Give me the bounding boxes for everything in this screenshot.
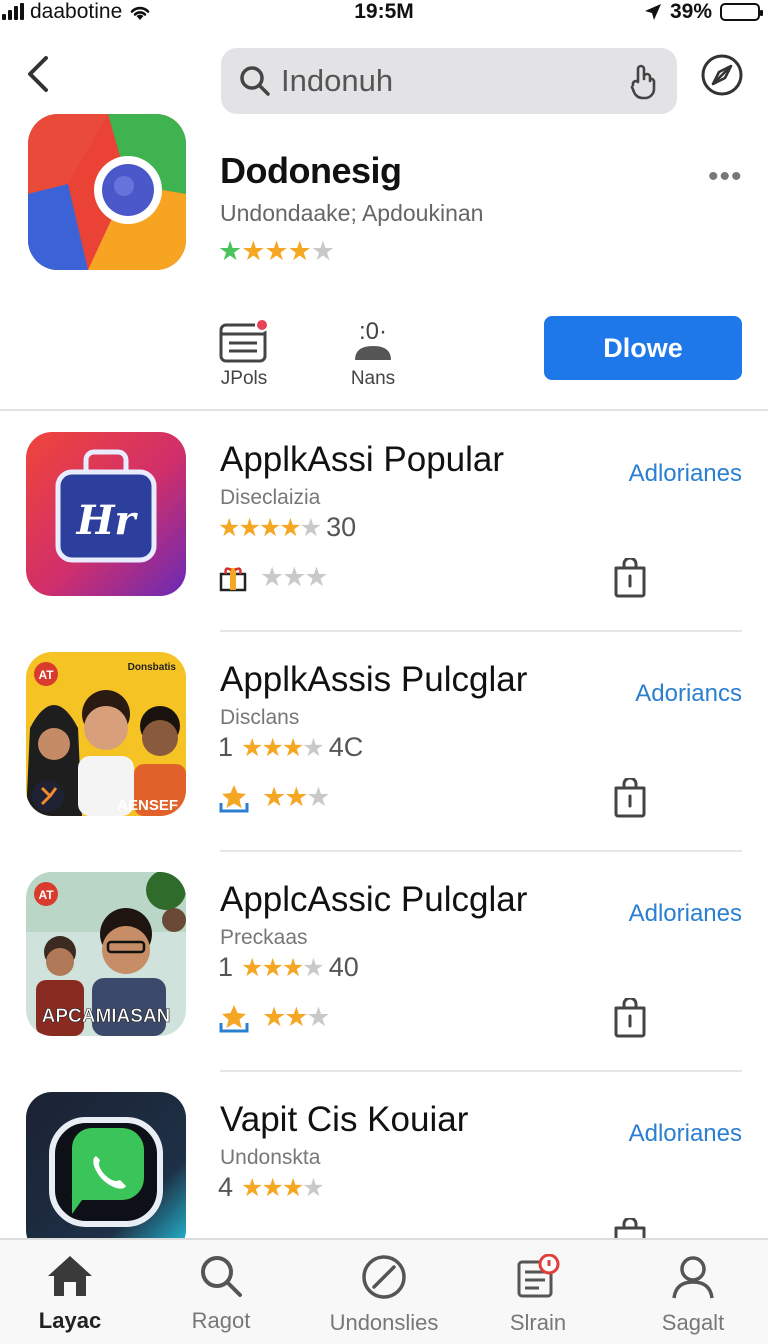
open-link[interactable]: Adoriancs [635, 680, 742, 708]
app-subtitle: Preckaas [220, 926, 308, 949]
app-title: ApplkAssi Popular [220, 440, 505, 479]
app-subtitle: Undonsktа [220, 1146, 321, 1169]
icon-badge-text: AT [38, 668, 54, 682]
app-subtitle: Diseclaizia [220, 486, 321, 509]
app-icon[interactable]: AT APCAMIASAN [26, 872, 186, 1036]
tray-star-icon [219, 1004, 249, 1032]
app-icon[interactable]: Hr [26, 432, 186, 596]
hero-app-title: Dodonesig [220, 150, 402, 191]
back-chevron-icon[interactable] [18, 52, 58, 96]
icon-corner-text: Donsbatis [128, 662, 177, 673]
tab-label: Layac [38, 1308, 102, 1333]
home-icon [48, 1256, 92, 1296]
battery-icon [720, 3, 763, 21]
tab-layac[interactable]: Layac [0, 1254, 145, 1334]
download-bag-icon[interactable] [612, 998, 648, 1038]
list-icon [517, 1254, 560, 1298]
compass-icon[interactable] [700, 53, 744, 97]
open-link[interactable]: Adlorianes [629, 900, 742, 928]
jpols-label: JPols [220, 368, 268, 389]
list-item[interactable]: AT Donsbatis AENSEF ApplkAssis Pulcglar … [0, 632, 768, 852]
status-bar: daabotine 19:5M 39% [0, 0, 768, 26]
icon-caption-text: APCAMIASAN [42, 1006, 171, 1027]
app-icon[interactable]: AT Donsbatis AENSEF [26, 652, 186, 816]
gift-icon [219, 566, 247, 591]
tab-slrain[interactable]: Slrain [463, 1254, 613, 1336]
app-subtitle: Disclans [220, 706, 300, 729]
hand-pointer-icon[interactable] [625, 61, 659, 101]
badge-row: ★★★ [218, 782, 331, 813]
document-icon [219, 318, 269, 363]
search-input[interactable]: Indonuh [281, 63, 625, 99]
battery-percent: 39% [669, 0, 712, 23]
download-bag-icon[interactable] [612, 558, 648, 598]
person-icon [672, 1256, 714, 1299]
rating-count: 40 [328, 952, 359, 982]
location-arrow-icon [644, 4, 661, 20]
tab-label: Sagalt [661, 1310, 725, 1335]
more-options-button[interactable]: ••• [708, 160, 743, 194]
tab-undonslies[interactable]: Undonslies [309, 1254, 459, 1336]
jpols-button[interactable]: JPols [199, 318, 289, 390]
rating-row: ★★★★★ 30 [218, 512, 357, 542]
open-link[interactable]: Adlorianes [629, 1120, 742, 1148]
nans-button[interactable]: :0· Nans [328, 318, 418, 390]
svg-text:Hr: Hr [76, 497, 139, 544]
tray-star-icon [219, 784, 249, 812]
app-icon[interactable] [26, 1092, 186, 1256]
download-bag-icon[interactable] [612, 778, 648, 818]
app-title: ApplkAssis Pulcglar [220, 660, 528, 699]
hero-app-subtitle: Undondaake; Apdoukinan [220, 200, 484, 226]
tab-label: Slrain [509, 1310, 567, 1335]
tab-ragot[interactable]: Ragot [146, 1254, 296, 1334]
rating-prefix: 1 [218, 732, 234, 762]
get-button[interactable]: Dlowe [544, 316, 742, 380]
tab-label: Ragot [191, 1308, 251, 1333]
search-field[interactable]: Indonuh [221, 48, 677, 114]
tab-sagalt[interactable]: Sagalt [618, 1254, 768, 1336]
tab-label: Undonslies [329, 1310, 439, 1335]
hero-app-icon[interactable] [28, 114, 186, 270]
person-glyph-icon: :0· [347, 318, 399, 364]
rating-prefix: 4 [218, 1172, 234, 1202]
app-title: Vapit Cis Kouiar [220, 1100, 469, 1139]
tab-bar: Layac Ragot Undonslies Slrain Sagalt [0, 1238, 768, 1344]
rating-count: 30 [326, 512, 357, 542]
search-icon [240, 66, 270, 96]
icon-badge-text: AT [38, 888, 54, 902]
compass-icon [362, 1255, 406, 1299]
list-item[interactable]: Hr ApplkAssi Popular Diseclaizia ★★★★★ 30… [0, 412, 768, 632]
badge-row: ★★★ [218, 1002, 331, 1033]
list-item[interactable]: AT APCAMIASAN ApplcAssic Pulcglar Precka… [0, 852, 768, 1072]
rating-row: 1 ★★★★ 4C [218, 732, 364, 762]
rating-row: 4 ★★★★ [218, 1172, 325, 1202]
rating-count: 4C [328, 732, 364, 762]
divider [0, 409, 768, 411]
badge-row: ★★★ [218, 562, 329, 593]
rating-row: 1 ★★★★ 40 [218, 952, 359, 982]
icon-caption-text: AENSEF [117, 797, 178, 814]
app-title: ApplcAssic Pulcglar [220, 880, 528, 919]
nans-label: Nans [350, 368, 396, 389]
open-link[interactable]: Adlorianes [629, 460, 742, 488]
rating-prefix: 1 [218, 952, 234, 982]
hero-rating-stars: ★★★★★ [218, 236, 335, 266]
search-icon [201, 1256, 242, 1297]
